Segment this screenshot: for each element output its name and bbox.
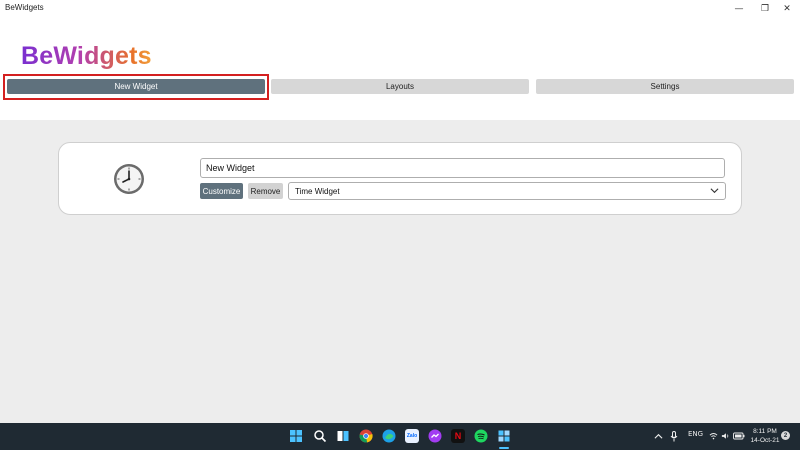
- chrome-icon[interactable]: [359, 429, 373, 443]
- minimize-button[interactable]: —: [726, 0, 752, 18]
- taskbar-date: 14-Oct-21: [750, 437, 780, 444]
- bewidgets-app-icon[interactable]: [497, 429, 511, 443]
- volume-icon[interactable]: [721, 432, 730, 440]
- window-title-bar: BeWidgets — ❐ ✕: [0, 0, 800, 18]
- task-view-icon[interactable]: [336, 429, 350, 443]
- chevron-down-icon: [710, 188, 719, 194]
- widget-type-value: Time Widget: [295, 187, 340, 196]
- customize-button[interactable]: Customize: [200, 183, 243, 199]
- microphone-icon[interactable]: [670, 431, 678, 442]
- search-icon[interactable]: [313, 429, 327, 443]
- battery-icon[interactable]: [733, 432, 745, 440]
- notification-badge[interactable]: 2: [781, 431, 790, 440]
- app-logo: BeWidgets: [21, 42, 152, 70]
- netflix-icon[interactable]: N: [451, 429, 465, 443]
- spotify-icon[interactable]: [474, 429, 488, 443]
- tab-layouts[interactable]: Layouts: [271, 79, 529, 94]
- taskbar-clock[interactable]: 8:11 PM 14-Oct-21: [750, 427, 780, 445]
- wifi-icon[interactable]: [709, 432, 718, 440]
- taskbar-time: 8:11 PM: [753, 428, 777, 435]
- widget-card: New Widget Customize Remove Time Widget: [58, 142, 742, 215]
- app-header: BeWidgets: [0, 18, 800, 120]
- window-title: BeWidgets: [5, 3, 44, 12]
- taskbar: Zalo N ENG 8:11 PM 14-Oct-21 2: [0, 423, 800, 450]
- clock-icon: [114, 164, 144, 194]
- messenger-icon[interactable]: [428, 429, 442, 443]
- widget-type-select[interactable]: Time Widget: [288, 182, 726, 200]
- close-button[interactable]: ✕: [774, 0, 800, 18]
- tab-settings[interactable]: Settings: [536, 79, 794, 94]
- widget-name-input[interactable]: New Widget: [200, 158, 725, 178]
- edge-icon[interactable]: [382, 429, 396, 443]
- windows-start-icon[interactable]: [289, 429, 303, 443]
- zalo-icon[interactable]: Zalo: [405, 429, 419, 443]
- remove-button[interactable]: Remove: [248, 183, 283, 199]
- chevron-up-icon[interactable]: [654, 432, 663, 441]
- selection-highlight-box: [3, 74, 269, 100]
- language-indicator[interactable]: ENG: [688, 430, 703, 438]
- active-app-indicator: [499, 447, 509, 449]
